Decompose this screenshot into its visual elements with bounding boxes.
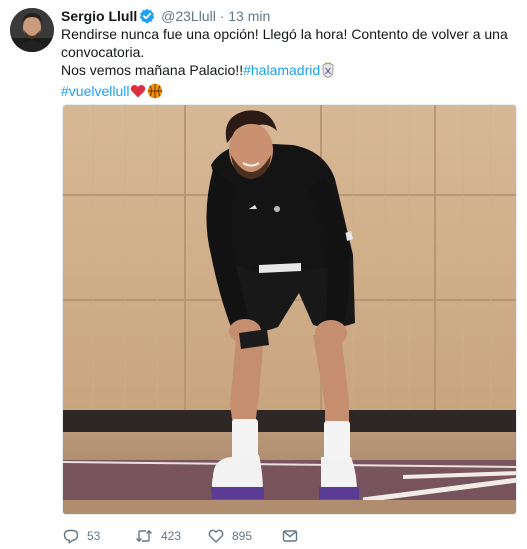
tweet-text-line-3: Nos vemos mañana Palacio!!#halamadrid (61, 61, 516, 82)
like-count: 895 (232, 529, 253, 543)
like-button[interactable]: 895 (208, 525, 252, 547)
header-separator: · (219, 8, 225, 24)
tweet-header: Sergio Llull @23Llull · 13 min (61, 7, 270, 25)
real-madrid-crest-emoji (321, 62, 335, 82)
hashtag-vuelvellull[interactable]: #vuelvellull (61, 83, 129, 99)
author-handle[interactable]: @23Llull (161, 8, 216, 24)
avatar[interactable] (10, 8, 54, 52)
direct-message-button[interactable] (282, 525, 298, 547)
retweet-count: 423 (161, 529, 182, 543)
tweet-text-line-1: Rendirse nunca fue una opción! Llegó la … (61, 26, 508, 42)
reply-count: 53 (87, 529, 101, 543)
reply-button[interactable]: 53 (63, 525, 100, 547)
tweet-text: Rendirse nunca fue una opción! Llegó la … (61, 25, 516, 103)
tweet[interactable]: Sergio Llull @23Llull · 13 min Rendirse … (0, 0, 527, 549)
hashtag-halamadrid[interactable]: #halamadrid (243, 62, 320, 78)
tweet-actions: 53 423 895 (63, 525, 363, 547)
retweet-button[interactable]: 423 (135, 525, 181, 547)
reply-icon (63, 528, 79, 544)
tweet-text-line-2: convocatoria. (61, 44, 145, 60)
tweet-text-line-4: #vuelvellull (61, 82, 516, 103)
author-name[interactable]: Sergio Llull (61, 8, 137, 24)
basketball-emoji (147, 83, 163, 103)
tweet-photo[interactable] (62, 104, 517, 515)
envelope-icon (282, 528, 298, 544)
red-heart-emoji (130, 83, 146, 103)
retweet-icon (135, 528, 153, 544)
tweet-text-line-3-prefix: Nos vemos mañana Palacio!! (61, 62, 244, 78)
heart-icon (208, 528, 224, 544)
tweet-timestamp[interactable]: 13 min (228, 8, 270, 24)
